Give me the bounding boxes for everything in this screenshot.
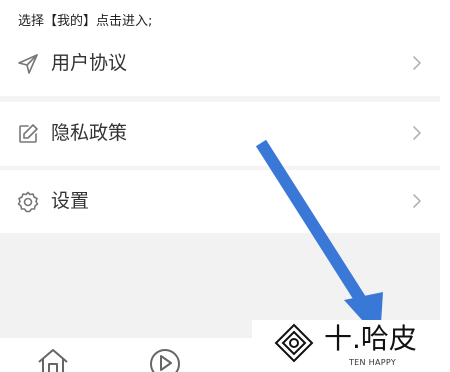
edit-icon [16,122,40,146]
menu-item-label: 用户协议 [51,52,128,74]
chevron-right-icon [410,124,424,142]
app-screen: 选择【我的】点击进入; 用户协议 隐私政策 设置 十.哈皮 TEN HAPPY [0,0,450,372]
watermark: 十.哈皮 TEN HAPPY [252,320,442,372]
menu-item-privacy-policy[interactable]: 隐私政策 [0,102,440,166]
menu-item-label: 隐私政策 [51,122,128,144]
send-icon [16,52,40,76]
home-icon[interactable] [36,348,70,372]
menu-item-user-agreement[interactable]: 用户协议 [0,32,440,96]
gear-icon [16,190,40,214]
menu-list: 用户协议 隐私政策 设置 [0,28,440,234]
chevron-right-icon [410,192,424,210]
chevron-right-icon [410,54,424,72]
play-icon[interactable] [148,348,182,372]
watermark-brand: 十.哈皮 [324,322,417,355]
instruction-text: 选择【我的】点击进入; [18,14,153,29]
watermark-tagline: TEN HAPPY [349,358,397,367]
menu-item-settings[interactable]: 设置 [0,170,440,234]
diamond-logo-icon [274,323,314,363]
menu-item-label: 设置 [51,190,90,212]
